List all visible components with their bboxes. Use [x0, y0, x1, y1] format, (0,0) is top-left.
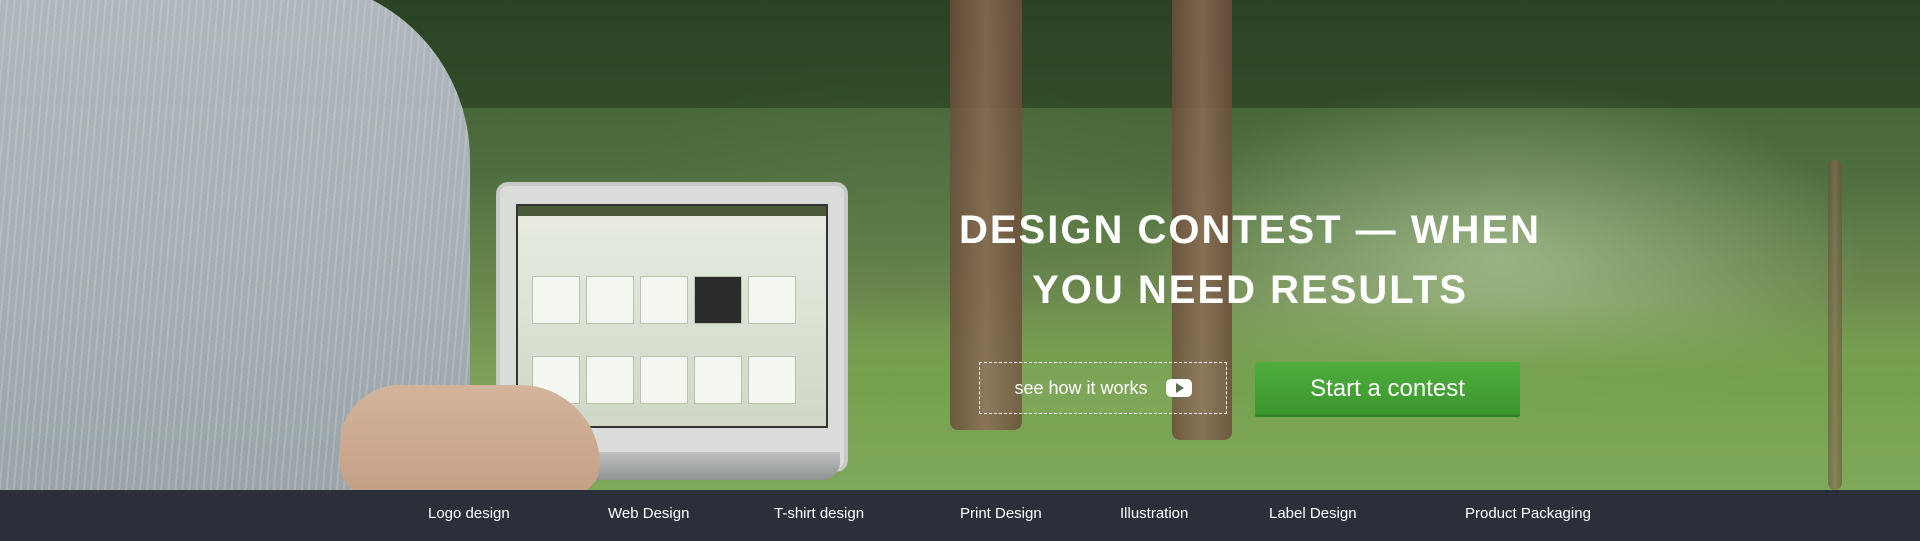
nav-item-label-design[interactable]: Label Design [1269, 490, 1357, 541]
hero-person-arm [340, 385, 600, 490]
category-nav: Logo design Web Design T-shirt design Pr… [0, 490, 1920, 541]
nav-item-print-design[interactable]: Print Design [960, 490, 1042, 541]
see-how-it-works-label: see how it works [1014, 377, 1148, 398]
nav-item-web-design[interactable]: Web Design [608, 490, 689, 541]
see-how-it-works-button[interactable]: see how it works [979, 362, 1227, 414]
hero-section: DESIGN CONTEST — WHEN YOU NEED RESULTS s… [0, 0, 1920, 490]
start-contest-label: Start a contest [1310, 374, 1465, 402]
hero-headline: DESIGN CONTEST — WHEN YOU NEED RESULTS [900, 200, 1600, 320]
nav-item-product-packaging[interactable]: Product Packaging [1465, 490, 1591, 541]
nav-item-logo-design[interactable]: Logo design [428, 490, 510, 541]
nav-item-tshirt-design[interactable]: T-shirt design [774, 490, 864, 541]
hero-headline-line1: DESIGN CONTEST — WHEN [958, 208, 1542, 252]
laptop-screen [516, 204, 828, 428]
hero-headline-line2: YOU NEED RESULTS [1032, 268, 1468, 312]
laptop-keyboard [560, 452, 840, 480]
start-contest-button[interactable]: Start a contest [1255, 362, 1520, 415]
youtube-play-icon [1165, 379, 1192, 397]
nav-item-illustration[interactable]: Illustration [1120, 490, 1188, 541]
hero-background-tree [1828, 160, 1842, 490]
